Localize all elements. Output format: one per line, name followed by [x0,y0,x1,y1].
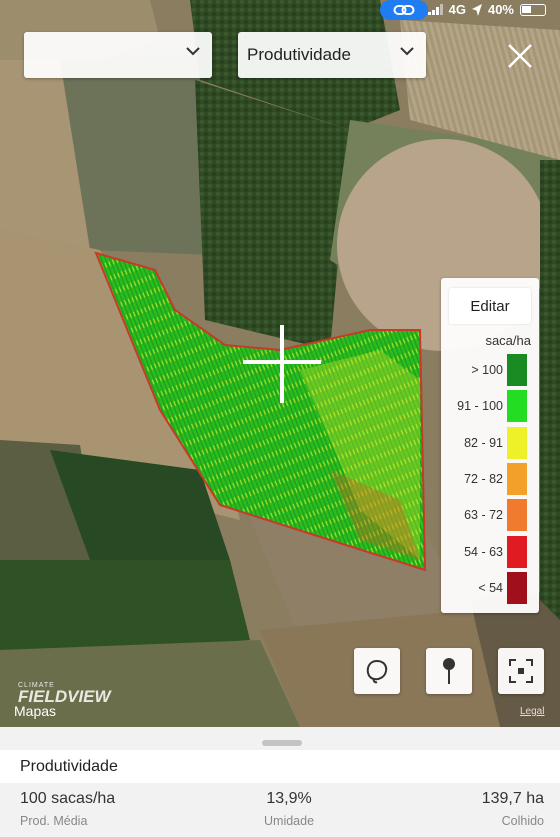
chevron-down-icon [186,47,200,56]
legend-range-label: 82 - 91 [464,435,503,450]
legend-range-label: > 100 [471,363,503,377]
focus-frame-icon [509,659,533,683]
panel-grabber[interactable] [262,740,302,746]
location-arrow-icon [471,3,482,16]
legal-link[interactable]: Legal [520,706,544,717]
legend-unit: saca/ha [485,333,531,348]
network-type: 4G [448,2,466,17]
stat-value: 13,9% [266,790,312,807]
legend-color-swatch [507,426,527,459]
recenter-button[interactable] [498,648,544,694]
legend-range-row: > 100 [441,352,539,388]
legend-range-row: 82 - 91 [441,425,539,461]
legend-color-swatch [507,354,527,386]
layer-select-value: Produtividade [247,45,351,64]
battery-icon [520,3,546,16]
legend-range-row: 63 - 72 [441,497,539,533]
legend-color-swatch [507,390,527,423]
satellite-map[interactable]: 4G 40% Produtividade Editar saca/ha > 10… [0,0,560,727]
status-bar: 4G 40% [0,0,560,20]
close-icon [508,44,532,68]
pin-icon [443,658,455,684]
edit-legend-button[interactable]: Editar [449,288,531,324]
legend-color-swatch [507,499,527,532]
stat-label: Umidade [264,814,315,828]
legend-color-swatch [507,535,527,568]
stat-value: 100 sacas/ha [20,790,116,807]
legend-range-row: 91 - 100 [441,388,539,424]
stat-label: Prod. Média [20,814,88,828]
stat-average-yield: 100 sacas/ha Prod. Média [20,790,115,828]
chevron-down-icon [400,47,414,56]
stat-moisture: 13,9% Umidade [264,790,314,828]
stat-label: Colhido [501,814,544,828]
legend-range-row: 54 - 63 [441,534,539,570]
legend-color-swatch [507,462,527,495]
close-button[interactable] [500,36,540,76]
drop-pin-button[interactable] [426,648,472,694]
summary-panel[interactable]: Produtividade 100 sacas/ha Prod. Média 1… [0,727,560,837]
legend-range-row: < 54 [441,570,539,606]
legend-range-label: 63 - 72 [464,508,503,523]
legend-range-label: < 54 [478,580,503,595]
stat-harvested-area: 139,7 ha Colhido [482,790,544,828]
legend-range-label: 54 - 63 [464,544,503,559]
layer-select[interactable]: Produtividade [238,32,426,78]
signal-icon [427,4,443,15]
legend-range-row: 72 - 82 [441,461,539,497]
legend-range-label: 91 - 100 [457,399,503,414]
legend-range-label: 72 - 82 [464,471,503,486]
yield-legend: Editar saca/ha > 100 91 - 100 82 - 91 72 - … [441,278,539,613]
field-select[interactable] [24,32,212,78]
panel-title: Produtividade [0,750,560,783]
lasso-icon [366,660,388,684]
link-icon [393,5,415,15]
lasso-select-button[interactable] [354,648,400,694]
apple-maps-attribution: Mapas [14,703,57,719]
legend-color-swatch [507,571,527,604]
stat-value: 139,7 ha [481,790,544,807]
battery-percent: 40% [487,2,514,17]
link-indicator[interactable] [380,0,428,20]
